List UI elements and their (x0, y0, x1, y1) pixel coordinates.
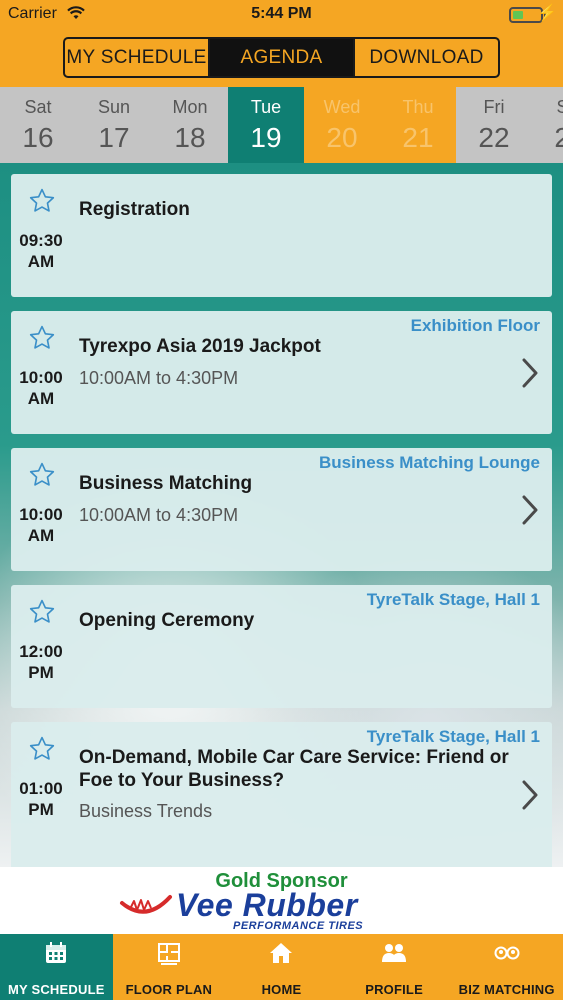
sponsor-brand: Vee Rubber (176, 887, 358, 923)
tab-floor-plan[interactable]: FLOOR PLAN (113, 934, 226, 1000)
date-thu-21: Thu 21 (380, 87, 456, 163)
tab-label: PROFILE (365, 982, 423, 997)
chevron-right-icon[interactable] (520, 494, 540, 526)
day-of-week: Sun (97, 97, 131, 117)
event-time: 10:00 AM (19, 505, 63, 545)
event-title: On-Demand, Mobile Car Care Service: Frie… (79, 747, 509, 791)
chevron-right-icon[interactable] (520, 779, 540, 811)
tab-label: HOME (261, 982, 302, 997)
tab-my-schedule[interactable]: MY SCHEDULE (0, 934, 113, 1000)
day-of-week: Mon (172, 97, 208, 117)
event-location: Business Matching Lounge (318, 453, 540, 472)
event-subtitle: 10:00AM to 4:30PM (79, 368, 239, 388)
tab-label: FLOOR PLAN (125, 982, 213, 997)
sponsor-tagline: PERFORMANCE TIRES (233, 920, 364, 932)
charging-icon: ⚡ (537, 5, 557, 22)
date-mon-18[interactable]: Mon 18 (152, 87, 228, 163)
event-location: TyreTalk Stage, Hall 1 (366, 590, 540, 609)
tab-biz-matching[interactable]: BIZ MATCHING (450, 934, 563, 1000)
event-subtitle: 10:00AM to 4:30PM (79, 505, 239, 525)
event-title: Registration (79, 199, 190, 220)
biz-matching-icon (494, 946, 520, 960)
event-location: TyreTalk Stage, Hall 1 (366, 727, 540, 746)
tab-profile[interactable]: PROFILE (338, 934, 451, 1000)
calendar-icon (46, 942, 67, 963)
day-number: 20 (326, 122, 358, 153)
sponsor-logo[interactable]: Vee Rubber PERFORMANCE TIRES (118, 887, 448, 935)
clock: 5:44 PM (251, 5, 312, 22)
day-of-week: Tue (250, 97, 282, 117)
day-of-week: Thu (402, 97, 434, 117)
event-card-jackpot[interactable]: Exhibition Floor 10:00 AM Tyrexpo Asia 20… (11, 311, 552, 434)
date-strip[interactable]: Sat 16 Sun 17 Mon 18 Tue 19 Wed 20 Thu 21 Fri 2… (0, 87, 563, 163)
event-card-business-matching[interactable]: Business Matching Lounge 10:00 AM Busines… (11, 448, 552, 571)
favorite-star-icon[interactable] (28, 735, 56, 763)
date-fri-22[interactable]: Fri 22 (456, 87, 532, 163)
tab-label: MY SCHEDULE (8, 982, 105, 997)
event-card-registration[interactable]: 09:30 AM Registration (11, 174, 552, 297)
favorite-star-icon[interactable] (28, 324, 56, 352)
floor-plan-icon (157, 943, 180, 965)
day-of-week: Sat (24, 97, 52, 117)
event-title: Opening Ceremony (79, 610, 255, 631)
day-number: 19 (250, 122, 282, 153)
day-number: 23 (554, 122, 563, 153)
event-title: Business Matching (79, 473, 253, 494)
event-title: Tyrexpo Asia 2019 Jackpot (79, 336, 321, 357)
agenda-list[interactable]: 09:30 AM Registration Exhibition Floor 10… (0, 163, 563, 867)
day-number: 22 (478, 122, 510, 153)
day-number: 17 (98, 122, 130, 153)
event-location: Exhibition Floor (410, 316, 540, 335)
event-card-opening-ceremony[interactable]: TyreTalk Stage, Hall 1 12:00 PM Opening C… (11, 585, 552, 708)
date-sun-17[interactable]: Sun 17 (76, 87, 152, 163)
home-icon (270, 943, 293, 963)
date-wed-20: Wed 20 (304, 87, 380, 163)
schedule-segmented-control: MY SCHEDULE AGENDA DOWNLOAD (63, 37, 500, 78)
event-time: 01:00 PM (19, 779, 63, 819)
event-subtitle: Business Trends (79, 801, 213, 821)
day-number: 21 (402, 122, 434, 153)
bottom-tab-bar: MY SCHEDULE FLOOR PLAN HOME PROFILE BIZ … (0, 934, 563, 1000)
day-number: 16 (22, 122, 54, 153)
segment-my-schedule[interactable]: MY SCHEDULE (65, 39, 210, 76)
day-of-week: Sat (556, 97, 563, 117)
vee-rubber-emblem-icon (120, 895, 172, 914)
sponsor-banner[interactable]: Gold Sponsor Vee Rubber PERFORMANCE TIRE… (0, 867, 563, 934)
favorite-star-icon[interactable] (28, 598, 56, 626)
profile-icon (382, 944, 407, 962)
date-sat-16[interactable]: Sat 16 (0, 87, 76, 163)
event-card-mobile-car-care[interactable]: TyreTalk Stage, Hall 1 01:00 PM On-Demand… (11, 722, 552, 867)
event-time: 09:30 AM (19, 231, 63, 271)
tab-home[interactable]: HOME (225, 934, 338, 1000)
date-tue-19[interactable]: Tue 19 (228, 87, 304, 163)
segment-agenda[interactable]: AGENDA (210, 39, 355, 76)
status-bar: Carrier 5:44 PM ⚡ (0, 0, 563, 30)
date-sat-23[interactable]: Sat 23 (532, 87, 563, 163)
day-number: 18 (174, 122, 206, 153)
favorite-star-icon[interactable] (28, 461, 56, 489)
day-of-week: Wed (323, 97, 361, 117)
event-time: 12:00 PM (19, 642, 63, 682)
chevron-right-icon[interactable] (520, 357, 540, 389)
top-header: MY SCHEDULE AGENDA DOWNLOAD (0, 30, 563, 87)
segment-download[interactable]: DOWNLOAD (355, 39, 498, 76)
tab-label: BIZ MATCHING (458, 982, 555, 997)
favorite-star-icon[interactable] (28, 187, 56, 215)
event-time: 10:00 AM (19, 368, 63, 408)
day-of-week: Fri (483, 97, 505, 117)
